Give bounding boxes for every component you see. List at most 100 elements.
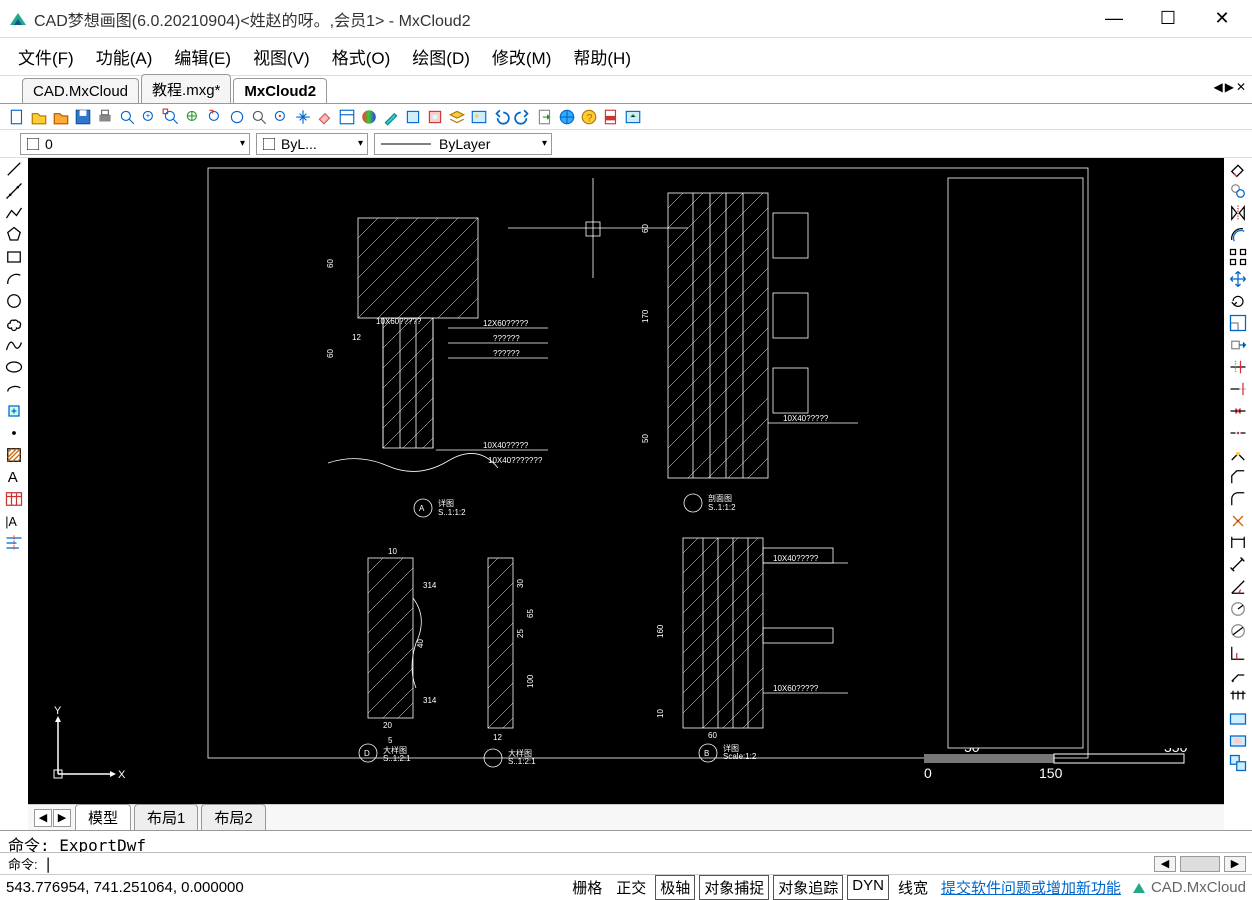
dimradius-icon[interactable] bbox=[1228, 600, 1248, 618]
close-button[interactable]: ✕ bbox=[1210, 8, 1234, 29]
toggle-dyn[interactable]: DYN bbox=[847, 875, 889, 900]
menu-function[interactable]: 功能(A) bbox=[90, 40, 159, 73]
break-icon[interactable] bbox=[1228, 402, 1248, 420]
maximize-button[interactable]: ☐ bbox=[1156, 8, 1180, 29]
cmd-scroll-track[interactable] bbox=[1180, 856, 1220, 872]
dimaligned-icon[interactable] bbox=[1228, 556, 1248, 574]
copy-icon[interactable] bbox=[1228, 182, 1248, 200]
menu-edit[interactable]: 编辑(E) bbox=[168, 40, 237, 73]
dimdiameter-icon[interactable] bbox=[1228, 622, 1248, 640]
drawing-canvas[interactable]: 60 60 12 10X60????? 12X60????? ?????? ??… bbox=[28, 158, 1224, 804]
image-icon[interactable] bbox=[470, 108, 488, 126]
zoom-obj-icon[interactable] bbox=[250, 108, 268, 126]
export2-icon[interactable] bbox=[624, 108, 642, 126]
zoom-extents-icon[interactable] bbox=[162, 108, 180, 126]
toggle-grid[interactable]: 栅格 bbox=[567, 875, 607, 900]
toggle-polar[interactable]: 极轴 bbox=[655, 875, 695, 900]
pan-icon[interactable] bbox=[294, 108, 312, 126]
erase-icon[interactable] bbox=[1228, 160, 1248, 178]
scale-icon[interactable] bbox=[1228, 314, 1248, 332]
print-icon[interactable] bbox=[96, 108, 114, 126]
menu-modify[interactable]: 修改(M) bbox=[486, 40, 557, 73]
layout-prev-icon[interactable]: ◀ bbox=[34, 809, 52, 827]
redo-icon[interactable] bbox=[514, 108, 532, 126]
chamfer-icon[interactable] bbox=[1228, 468, 1248, 486]
toggle-ortho[interactable]: 正交 bbox=[611, 875, 651, 900]
dimordinate-icon[interactable] bbox=[1228, 644, 1248, 662]
break2-icon[interactable] bbox=[1228, 424, 1248, 442]
doc-tab-3[interactable]: MxCloud2 bbox=[233, 78, 327, 103]
highlighter-icon[interactable] bbox=[382, 108, 400, 126]
layout-tab-2[interactable]: 布局2 bbox=[201, 804, 265, 831]
mtext-icon[interactable]: |A bbox=[4, 512, 24, 530]
leader-icon[interactable] bbox=[1228, 666, 1248, 684]
ellipsearc-icon[interactable] bbox=[4, 380, 24, 398]
gradient-icon[interactable] bbox=[360, 108, 378, 126]
pline-icon[interactable] bbox=[4, 204, 24, 222]
menu-view[interactable]: 视图(V) bbox=[247, 40, 316, 73]
clip1-icon[interactable] bbox=[1228, 710, 1248, 728]
point-icon[interactable] bbox=[4, 424, 24, 442]
circle-icon[interactable] bbox=[4, 292, 24, 310]
tab-close-icon[interactable]: ✕ bbox=[1236, 80, 1246, 94]
zoom-all-icon[interactable] bbox=[228, 108, 246, 126]
zoom-realtime-icon[interactable] bbox=[184, 108, 202, 126]
zoom-center-icon[interactable] bbox=[272, 108, 290, 126]
spline-icon[interactable] bbox=[4, 336, 24, 354]
pdf-icon[interactable] bbox=[602, 108, 620, 126]
insert-icon[interactable] bbox=[426, 108, 444, 126]
dimcontinue-icon[interactable] bbox=[1228, 688, 1248, 706]
doc-tab-1[interactable]: CAD.MxCloud bbox=[22, 78, 139, 103]
cmd-scroll-right-icon[interactable]: ▶ bbox=[1224, 856, 1246, 872]
block-icon[interactable] bbox=[404, 108, 422, 126]
dimlinear-icon[interactable] bbox=[1228, 534, 1248, 552]
polygon-icon[interactable] bbox=[4, 226, 24, 244]
layer-combo[interactable]: 0 bbox=[20, 133, 250, 155]
layout-next-icon[interactable]: ▶ bbox=[53, 809, 71, 827]
layout-tab-1[interactable]: 布局1 bbox=[134, 804, 198, 831]
line-icon[interactable] bbox=[4, 160, 24, 178]
tab-next-icon[interactable]: ▶ bbox=[1225, 80, 1234, 94]
help-icon[interactable]: ? bbox=[580, 108, 598, 126]
align-icon[interactable] bbox=[4, 534, 24, 552]
menu-help[interactable]: 帮助(H) bbox=[567, 40, 637, 73]
xline-icon[interactable] bbox=[4, 182, 24, 200]
offset-icon[interactable] bbox=[1228, 226, 1248, 244]
toggle-osnap[interactable]: 对象捕捉 bbox=[699, 875, 769, 900]
mirror-icon[interactable] bbox=[1228, 204, 1248, 222]
save-icon[interactable] bbox=[74, 108, 92, 126]
rotate-icon[interactable] bbox=[1228, 292, 1248, 310]
zoom-window-icon[interactable] bbox=[118, 108, 136, 126]
menu-draw[interactable]: 绘图(D) bbox=[406, 40, 476, 73]
extend-icon[interactable] bbox=[1228, 380, 1248, 398]
hatch-icon[interactable] bbox=[4, 446, 24, 464]
trim-icon[interactable] bbox=[1228, 358, 1248, 376]
color-combo[interactable]: ByL... bbox=[256, 133, 368, 155]
export-icon[interactable] bbox=[536, 108, 554, 126]
linetype-combo[interactable]: ByLayer bbox=[374, 133, 552, 155]
doc-tab-2[interactable]: 教程.mxg* bbox=[141, 74, 231, 103]
insert-block-icon[interactable] bbox=[4, 402, 24, 420]
toggle-lwt[interactable]: 线宽 bbox=[893, 875, 933, 900]
array-icon[interactable] bbox=[1228, 248, 1248, 266]
web-icon[interactable] bbox=[558, 108, 576, 126]
fillet-icon[interactable] bbox=[1228, 490, 1248, 508]
rectangle-icon[interactable] bbox=[4, 248, 24, 266]
revcloud-icon[interactable] bbox=[4, 314, 24, 332]
join-icon[interactable] bbox=[1228, 446, 1248, 464]
menu-format[interactable]: 格式(O) bbox=[326, 40, 397, 73]
feedback-link[interactable]: 提交软件问题或增加新功能 bbox=[941, 877, 1121, 898]
table-icon[interactable] bbox=[4, 490, 24, 508]
text-icon[interactable]: A bbox=[4, 468, 24, 486]
move-icon[interactable] bbox=[1228, 270, 1248, 288]
open-icon[interactable] bbox=[30, 108, 48, 126]
eraser-icon[interactable] bbox=[316, 108, 334, 126]
menu-file[interactable]: 文件(F) bbox=[12, 40, 80, 73]
minimize-button[interactable]: — bbox=[1102, 8, 1126, 29]
dimangular-icon[interactable] bbox=[1228, 578, 1248, 596]
new-icon[interactable] bbox=[8, 108, 26, 126]
tab-prev-icon[interactable]: ◀ bbox=[1213, 80, 1222, 94]
undo-icon[interactable] bbox=[492, 108, 510, 126]
props-icon[interactable] bbox=[338, 108, 356, 126]
arc-icon[interactable] bbox=[4, 270, 24, 288]
